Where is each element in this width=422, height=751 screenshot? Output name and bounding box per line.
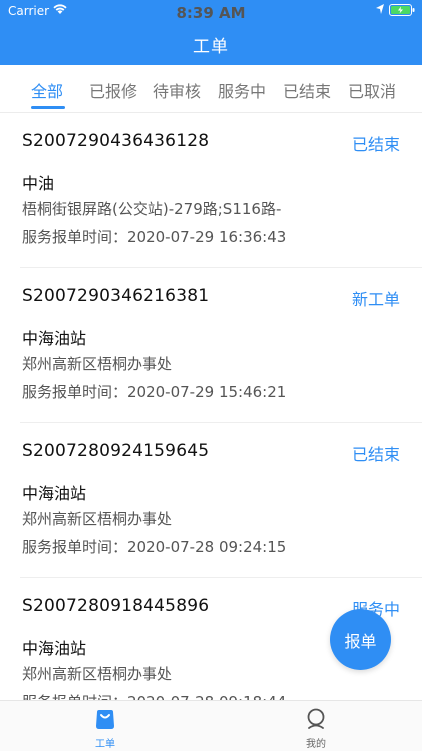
order-number: S2007290436436128 bbox=[22, 131, 210, 151]
station-address: 郑州高新区梧桐办事处 bbox=[22, 665, 173, 683]
tab-all[interactable]: 全部 bbox=[31, 78, 63, 102]
tabbar-label: 我的 bbox=[306, 739, 326, 750]
station-name: 中海油站 bbox=[22, 329, 87, 348]
active-tab-indicator bbox=[31, 106, 65, 109]
order-status: 已结束 bbox=[351, 445, 400, 464]
station-name: 中油 bbox=[22, 174, 55, 193]
app-header: Carrier 8:39 AM 工单 bbox=[0, 0, 422, 65]
order-number: S2007280918445896 bbox=[22, 596, 210, 616]
tab-cancelled[interactable]: 已取消 bbox=[348, 78, 396, 102]
location-arrow-icon bbox=[376, 4, 384, 14]
report-time: 服务报单时间：2020-07-28 09:18:44 bbox=[22, 691, 286, 700]
station-name: 中海油站 bbox=[22, 484, 87, 503]
order-card[interactable]: S2007280924159645 已结束 中海油站 郑州高新区梧桐办事处 服务… bbox=[0, 423, 422, 578]
user-icon bbox=[307, 708, 325, 729]
tab-in-service[interactable]: 服务中 bbox=[218, 78, 266, 102]
tab-pending-review[interactable]: 待审核 bbox=[153, 78, 201, 102]
tabbar-item-mine[interactable]: 我的 bbox=[286, 701, 346, 751]
order-card[interactable]: S2007290346216381 新工单 中海油站 郑州高新区梧桐办事处 服务… bbox=[0, 268, 422, 423]
report-time: 服务报单时间：2020-07-29 16:36:43 bbox=[22, 228, 287, 246]
station-address: 郑州高新区梧桐办事处 bbox=[22, 510, 173, 528]
order-status: 新工单 bbox=[351, 290, 400, 309]
clock: 8:39 AM bbox=[176, 4, 246, 22]
report-time: 服务报单时间：2020-07-28 09:24:15 bbox=[22, 538, 287, 556]
station-address: 郑州高新区梧桐办事处 bbox=[22, 355, 173, 373]
report-time: 服务报单时间：2020-07-29 15:46:21 bbox=[22, 383, 287, 401]
tab-reported[interactable]: 已报修 bbox=[89, 78, 137, 102]
tabbar-item-orders[interactable]: 工单 bbox=[75, 701, 135, 751]
station-name: 中海油站 bbox=[22, 639, 87, 658]
battery-icon bbox=[389, 4, 415, 16]
order-card[interactable]: S2007290436436128 已结束 中油 梧桐街银屏路(公交站)-279… bbox=[0, 113, 422, 268]
status-bar: Carrier 8:39 AM bbox=[0, 0, 422, 22]
tabbar-label: 工单 bbox=[95, 739, 115, 750]
order-number: S2007280924159645 bbox=[22, 441, 210, 461]
station-address: 梧桐街银屏路(公交站)-279路;S116路- bbox=[22, 200, 282, 218]
page-title: 工单 bbox=[193, 37, 229, 57]
new-order-button[interactable]: 报单 bbox=[330, 609, 391, 670]
order-number: S2007290346216381 bbox=[22, 286, 210, 306]
bottom-tab-bar: 工单 我的 bbox=[0, 700, 422, 751]
shopping-bag-icon bbox=[96, 710, 114, 729]
order-status: 已结束 bbox=[351, 135, 400, 154]
tab-finished[interactable]: 已结束 bbox=[283, 78, 331, 102]
